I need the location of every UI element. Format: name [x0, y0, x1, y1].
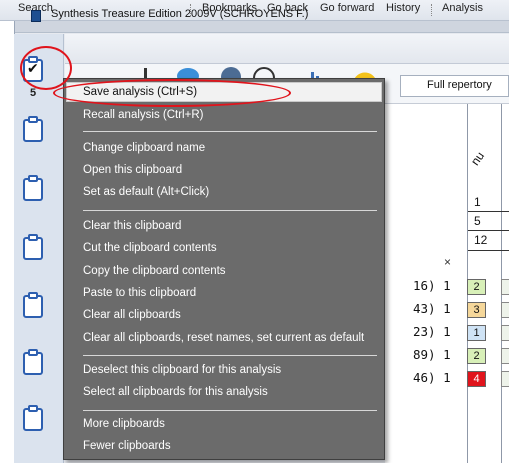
grade-badge[interactable]: 2 — [467, 279, 486, 295]
menu-item-paste-clipboard[interactable]: Paste to this clipboard — [83, 287, 196, 299]
menu-item-fewer-clipboards[interactable]: Fewer clipboards — [83, 440, 171, 452]
clipboard-icon[interactable] — [23, 292, 43, 318]
document-title-bar — [65, 34, 509, 64]
grade-badge-partial — [501, 279, 509, 295]
pin-icon[interactable] — [144, 68, 147, 78]
clipboard-icon[interactable] — [23, 405, 43, 431]
grade-badge[interactable]: 1 — [467, 325, 486, 341]
menu-item-copy-clipboard[interactable]: Copy the clipboard contents — [83, 265, 226, 277]
window-title: Synthesis Treasure Edition 2009V (SCHROY… — [51, 8, 309, 20]
book-icon — [31, 10, 41, 22]
toolbar-go-forward[interactable]: Go forward — [320, 2, 374, 14]
grade-badge[interactable]: 2 — [467, 348, 486, 364]
menu-separator — [83, 355, 377, 356]
menu-item-clear-all-clipboards[interactable]: Clear all clipboards — [83, 309, 181, 321]
clipboard-icon[interactable] — [23, 234, 43, 260]
clipboard-icon[interactable] — [23, 116, 43, 142]
menu-item-cut-clipboard[interactable]: Cut the clipboard contents — [83, 242, 217, 254]
menu-separator — [83, 131, 377, 132]
screen: Search Bookmarks Go back Go forward Hist… — [0, 0, 509, 463]
row-label: 43) 1 — [413, 301, 451, 316]
repertory-select-value: Full repertory — [427, 79, 492, 91]
clipboard-icon[interactable] — [23, 349, 43, 375]
clipboard-context-menu: Save analysis (Ctrl+S) Recall analysis (… — [63, 78, 385, 460]
grade-badge[interactable]: 4 — [467, 371, 486, 387]
menu-item-more-clipboards[interactable]: More clipboards — [83, 418, 165, 430]
grade-badge-partial — [501, 348, 509, 364]
close-icon[interactable]: × — [444, 255, 451, 269]
header-value: 5 — [474, 214, 481, 228]
annotation-circle-save — [53, 79, 291, 107]
menu-item-clear-clipboard[interactable]: Clear this clipboard — [83, 220, 181, 232]
grid-line — [468, 250, 509, 251]
toolbar-separator — [431, 4, 432, 16]
menu-item-recall-analysis[interactable]: Recall analysis (Ctrl+R) — [83, 109, 203, 121]
header-value: 1 — [474, 195, 481, 209]
header-value: 12 — [474, 233, 488, 247]
grade-badge-partial — [501, 302, 509, 318]
menu-separator — [83, 410, 377, 411]
menu-item-set-as-default[interactable]: Set as default (Alt+Click) — [83, 186, 209, 198]
annotation-circle-clipboard — [20, 46, 72, 90]
grade-badge-partial — [501, 325, 509, 341]
grade-badge-partial — [501, 371, 509, 387]
menu-item-change-clipboard-name[interactable]: Change clipboard name — [83, 142, 205, 154]
menu-item-deselect-clipboard[interactable]: Deselect this clipboard for this analysi… — [83, 364, 281, 376]
row-label: 46) 1 — [413, 370, 451, 385]
app-header-strip — [15, 21, 509, 33]
row-label: 16) 1 — [413, 278, 451, 293]
menu-item-open-clipboard[interactable]: Open this clipboard — [83, 164, 182, 176]
clipboard-icon[interactable] — [23, 175, 43, 201]
menu-separator — [83, 210, 377, 211]
grid-line — [468, 211, 509, 212]
menu-item-clear-all-reset[interactable]: Clear all clipboards, reset names, set c… — [83, 332, 364, 344]
row-label: 23) 1 — [413, 324, 451, 339]
menu-item-select-all-clipboards[interactable]: Select all clipboards for this analysis — [83, 386, 268, 398]
grade-badge[interactable]: 3 — [467, 302, 486, 318]
toolbar-analysis[interactable]: Analysis — [442, 2, 483, 14]
clipboard-number: 5 — [30, 87, 37, 99]
toolbar-history[interactable]: History — [386, 2, 420, 14]
grid-line — [468, 230, 509, 231]
row-label: 89) 1 — [413, 347, 451, 362]
